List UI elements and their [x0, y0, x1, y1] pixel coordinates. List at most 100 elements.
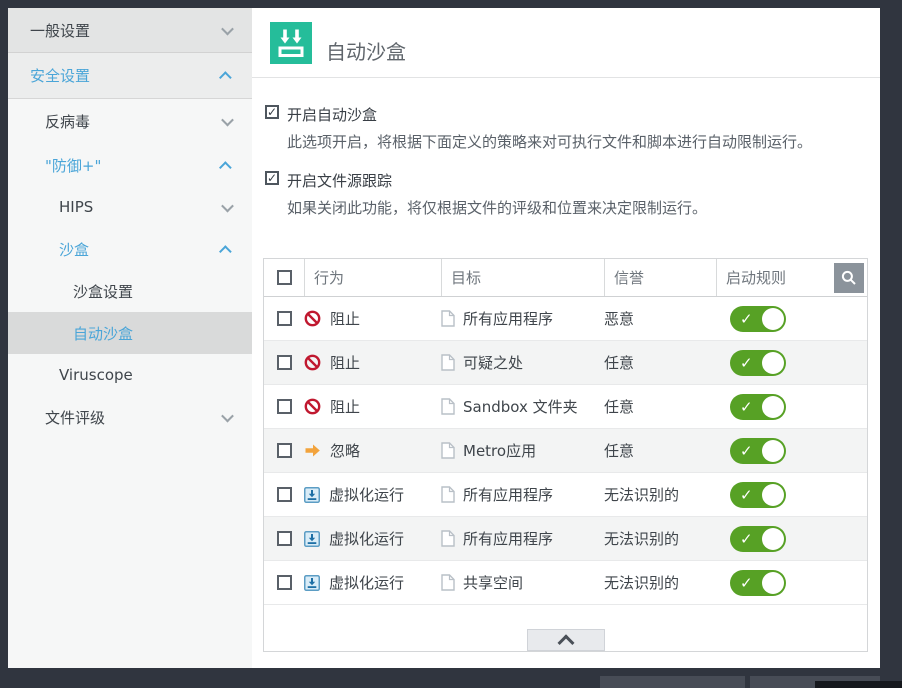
row-checkbox[interactable]	[276, 443, 292, 458]
reputation-label: 无法识别的	[604, 530, 680, 548]
table-row[interactable]: 忽略 Metro应用 任意 ✓	[264, 429, 867, 473]
sidebar-item-hips[interactable]: HIPS	[8, 186, 252, 228]
select-all-checkbox[interactable]	[276, 270, 292, 285]
row-checkbox[interactable]	[276, 487, 292, 502]
table-row[interactable]: 虚拟化运行 所有应用程序 无法识别的 ✓	[264, 473, 867, 517]
settings-sidebar: 一般设置 安全设置 反病毒 "防御+" HIPS 沙盒 沙盒设置 自动沙盒 Vi…	[8, 8, 252, 668]
file-icon	[441, 574, 455, 591]
row-checkbox[interactable]	[276, 311, 292, 326]
sidebar-item-label: Viruscope	[59, 366, 133, 384]
ignore-icon	[304, 443, 321, 458]
file-icon	[441, 486, 455, 503]
settings-window: 一般设置 安全设置 反病毒 "防御+" HIPS 沙盒 沙盒设置 自动沙盒 Vi…	[8, 8, 880, 668]
column-header-action[interactable]: 行为	[304, 259, 441, 296]
file-icon	[441, 442, 455, 459]
target-label: Metro应用	[463, 442, 537, 460]
chevron-up-icon	[219, 244, 232, 258]
column-header-reputation[interactable]: 信誉	[604, 259, 716, 296]
virtualize-icon	[304, 530, 320, 547]
option-label: 开启自动沙盒	[287, 106, 378, 124]
sidebar-item-label: 文件评级	[45, 408, 106, 427]
table-row[interactable]: 虚拟化运行 共享空间 无法识别的 ✓	[264, 561, 867, 605]
rule-enabled-toggle[interactable]: ✓	[730, 305, 786, 332]
sandbox-icon	[270, 22, 312, 64]
rule-enabled-toggle[interactable]: ✓	[730, 525, 786, 552]
chevron-down-icon	[221, 113, 234, 127]
sidebar-item-general-settings[interactable]: 一般设置	[8, 8, 252, 53]
target-label: 所有应用程序	[463, 530, 554, 548]
sidebar-item-file-rating[interactable]: 文件评级	[8, 396, 252, 438]
rule-enabled-toggle[interactable]: ✓	[730, 349, 786, 376]
action-label: 虚拟化运行	[329, 574, 405, 592]
sidebar-item-viruscope[interactable]: Viruscope	[8, 354, 252, 396]
table-row[interactable]: 虚拟化运行 所有应用程序 无法识别的 ✓	[264, 517, 867, 561]
table-row[interactable]: 阻止 Sandbox 文件夹 任意 ✓	[264, 385, 867, 429]
sidebar-item-label: 自动沙盒	[73, 324, 134, 343]
reputation-label: 恶意	[604, 310, 635, 328]
toggle-knob	[762, 571, 784, 594]
sidebar-item-antivirus[interactable]: 反病毒	[8, 99, 252, 144]
rule-enabled-toggle[interactable]: ✓	[730, 481, 786, 508]
enable-auto-sandbox-checkbox[interactable]: ✓	[265, 105, 279, 119]
target-label: 所有应用程序	[463, 486, 554, 504]
toggle-knob	[762, 483, 784, 506]
search-button[interactable]	[834, 263, 864, 293]
sidebar-item-label: HIPS	[59, 198, 94, 216]
table-row[interactable]: 阻止 可疑之处 任意 ✓	[264, 341, 867, 385]
block-icon	[304, 398, 321, 415]
content-panel: 自动沙盒 ✓ 开启自动沙盒 此选项开启，将根据下面定义的策略来对可执行文件和脚本…	[252, 8, 880, 668]
reputation-label: 任意	[604, 398, 635, 416]
collapse-table-button[interactable]	[526, 629, 605, 652]
action-label: 阻止	[330, 354, 361, 372]
table-header-row: 行为 目标 信誉 启动规则	[264, 259, 867, 297]
chevron-down-icon	[221, 199, 234, 212]
rule-enabled-toggle[interactable]: ✓	[730, 437, 786, 464]
sidebar-item-defense-plus[interactable]: "防御+"	[8, 144, 252, 186]
toggle-knob	[762, 395, 784, 418]
option-description: 如果关闭此功能，将仅根据文件的评级和位置来决定限制运行。	[287, 199, 708, 217]
sidebar-item-label: 沙盒	[59, 240, 90, 259]
rule-enabled-toggle[interactable]: ✓	[730, 393, 786, 420]
sidebar-item-sandbox[interactable]: 沙盒	[8, 228, 252, 270]
search-icon	[841, 270, 856, 285]
action-label: 虚拟化运行	[329, 486, 405, 504]
row-checkbox[interactable]	[276, 575, 292, 590]
sidebar-item-label: "防御+"	[45, 156, 102, 175]
sidebar-item-auto-sandbox[interactable]: 自动沙盒	[8, 312, 252, 354]
option-enable-auto-sandbox: ✓ 开启自动沙盒 此选项开启，将根据下面定义的策略来对可执行文件和脚本进行自动限…	[252, 104, 880, 152]
block-icon	[304, 354, 321, 371]
action-label: 阻止	[330, 310, 361, 328]
file-icon	[441, 530, 455, 547]
column-header-target[interactable]: 目标	[441, 259, 604, 296]
toggle-knob	[762, 439, 784, 462]
chevron-up-icon	[219, 71, 232, 84]
page-header: 自动沙盒	[252, 8, 880, 78]
chevron-down-icon	[221, 409, 234, 422]
row-checkbox[interactable]	[276, 355, 292, 370]
page-title: 自动沙盒	[326, 40, 406, 64]
virtualize-icon	[304, 574, 320, 591]
reputation-label: 任意	[604, 442, 635, 460]
rule-enabled-toggle[interactable]: ✓	[730, 569, 786, 596]
target-label: 所有应用程序	[463, 310, 554, 328]
option-enable-file-source-tracking: ✓ 开启文件源跟踪 如果关闭此功能，将仅根据文件的评级和位置来决定限制运行。	[252, 170, 880, 218]
sidebar-item-label: 一般设置	[30, 21, 91, 40]
option-description: 此选项开启，将根据下面定义的策略来对可执行文件和脚本进行自动限制运行。	[287, 133, 813, 151]
reputation-label: 无法识别的	[604, 574, 680, 592]
target-label: 可疑之处	[463, 354, 524, 372]
chevron-up-icon	[557, 634, 574, 652]
row-checkbox[interactable]	[276, 399, 292, 414]
target-label: Sandbox 文件夹	[463, 398, 578, 416]
row-checkbox[interactable]	[276, 531, 292, 546]
block-icon	[304, 310, 321, 327]
enable-file-source-tracking-checkbox[interactable]: ✓	[265, 171, 279, 185]
reputation-label: 任意	[604, 354, 635, 372]
table-row[interactable]: 阻止 所有应用程序 恶意 ✓	[264, 297, 867, 341]
sidebar-item-security-settings[interactable]: 安全设置	[8, 53, 252, 99]
toggle-knob	[762, 527, 784, 550]
sidebar-item-sandbox-settings[interactable]: 沙盒设置	[8, 270, 252, 312]
action-label: 虚拟化运行	[329, 530, 405, 548]
virtualize-icon	[304, 486, 320, 503]
ok-button[interactable]	[600, 676, 745, 688]
action-label: 阻止	[330, 398, 361, 416]
